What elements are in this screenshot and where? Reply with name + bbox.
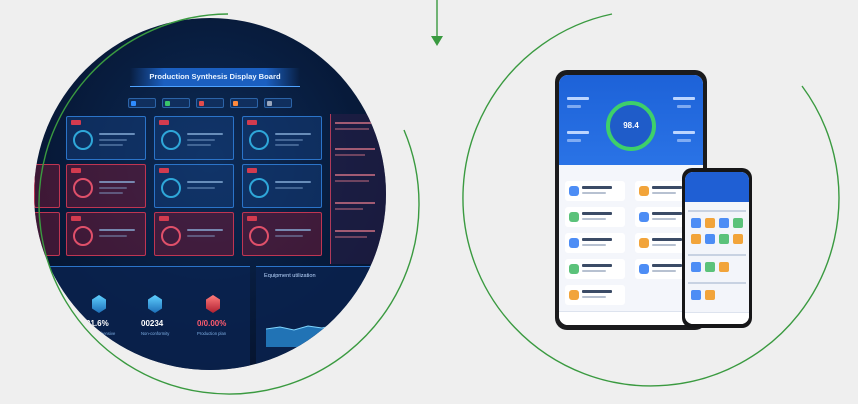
down-arrow-icon <box>431 0 443 46</box>
illustration-stage: Production Synthesis Display Board 91.6%… <box>0 0 858 404</box>
right-arc <box>462 13 840 387</box>
decorative-arcs <box>38 0 840 395</box>
left-arc <box>38 13 420 395</box>
